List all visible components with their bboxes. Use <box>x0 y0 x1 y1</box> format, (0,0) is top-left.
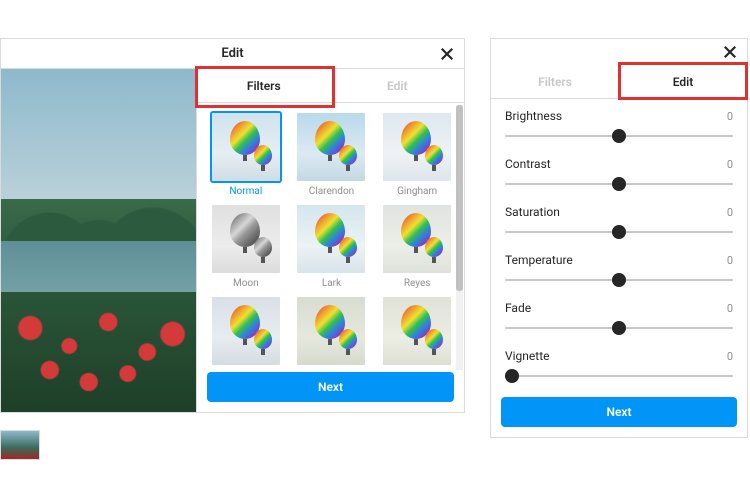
close-icon <box>440 47 454 61</box>
dialog-body: Filters Edit Normal Clarendon Gingham Moon L… <box>1 69 464 412</box>
filter-label: Clarendon <box>309 186 354 197</box>
dialog-header: Edit <box>1 39 464 69</box>
slider-track[interactable] <box>505 369 733 383</box>
slider-value: 0 <box>727 302 733 315</box>
filter-thumbnail <box>381 295 453 366</box>
filter-juno[interactable]: Juno <box>207 295 285 366</box>
filter-label: Normal <box>229 186 262 197</box>
slider-knob[interactable] <box>612 129 626 143</box>
edit-dialog: Filters Edit Brightness0Contrast0Saturat… <box>490 38 748 438</box>
slider-saturation: Saturation 0 <box>505 205 733 239</box>
slider-value: 0 <box>727 110 733 123</box>
slider-vignette: Vignette 0 <box>505 349 733 383</box>
slider-track[interactable] <box>505 321 733 335</box>
tab-filters[interactable]: Filters <box>491 65 619 98</box>
sliders-list: Brightness0Contrast0Saturation0Temperatu… <box>491 99 747 391</box>
slider-knob[interactable] <box>612 177 626 191</box>
slider-track[interactable] <box>505 225 733 239</box>
slider-label: Vignette <box>505 349 550 363</box>
filter-thumbnail <box>210 295 282 366</box>
filter-clarendon[interactable]: Clarendon <box>293 111 371 197</box>
filter-grid: Normal Clarendon Gingham Moon Lark Reyes JunoS… <box>207 111 456 366</box>
filter-crema[interactable]: Crema <box>378 295 456 366</box>
slider-knob[interactable] <box>612 321 626 335</box>
slider-value: 0 <box>727 350 733 363</box>
filter-slumber[interactable]: Slumber <box>293 295 371 366</box>
filter-grid-scroll[interactable]: Normal Clarendon Gingham Moon Lark Reyes JunoS… <box>197 103 464 366</box>
tabs: Filters Edit <box>491 65 747 99</box>
slider-value: 0 <box>727 158 733 171</box>
filter-thumbnail <box>210 203 282 275</box>
slider-label: Fade <box>505 301 531 315</box>
slider-track[interactable] <box>505 273 733 287</box>
slider-value: 0 <box>727 254 733 267</box>
filter-thumbnail <box>295 295 367 366</box>
scrollbar[interactable] <box>456 105 463 370</box>
filter-label: Reyes <box>404 278 431 289</box>
slider-knob[interactable] <box>505 369 519 383</box>
filter-thumbnail <box>295 111 367 183</box>
tab-edit[interactable]: Edit <box>619 65 747 98</box>
slider-label: Brightness <box>505 109 562 123</box>
tab-edit[interactable]: Edit <box>331 69 465 102</box>
tabs: Filters Edit <box>197 69 464 103</box>
filter-normal[interactable]: Normal <box>207 111 285 197</box>
next-button[interactable]: Next <box>207 372 454 402</box>
filter-thumbnail <box>210 111 282 183</box>
filters-dialog: Edit Filters Edit Normal Clarendon Gingham… <box>0 38 465 413</box>
slider-label: Temperature <box>505 253 573 267</box>
close-icon <box>723 45 737 59</box>
slider-fade: Fade 0 <box>505 301 733 335</box>
next-button[interactable]: Next <box>501 397 737 427</box>
image-thumbnail[interactable] <box>0 430 40 460</box>
slider-label: Contrast <box>505 157 551 171</box>
slider-knob[interactable] <box>612 225 626 239</box>
filter-thumbnail <box>381 203 453 275</box>
slider-brightness: Brightness 0 <box>505 109 733 143</box>
filter-gingham[interactable]: Gingham <box>378 111 456 197</box>
filter-thumbnail <box>295 203 367 275</box>
filter-label: Gingham <box>397 186 437 197</box>
slider-contrast: Contrast 0 <box>505 157 733 191</box>
slider-track[interactable] <box>505 129 733 143</box>
filter-moon[interactable]: Moon <box>207 203 285 289</box>
close-button[interactable] <box>721 43 739 61</box>
slider-track[interactable] <box>505 177 733 191</box>
filter-reyes[interactable]: Reyes <box>378 203 456 289</box>
filter-lark[interactable]: Lark <box>293 203 371 289</box>
dialog-title: Edit <box>221 46 243 61</box>
filter-label: Moon <box>233 278 259 289</box>
tab-filters[interactable]: Filters <box>197 69 331 102</box>
filters-column: Filters Edit Normal Clarendon Gingham Moon L… <box>196 69 464 412</box>
slider-temperature: Temperature 0 <box>505 253 733 287</box>
image-preview <box>1 69 196 412</box>
filter-thumbnail <box>381 111 453 183</box>
dialog-header-right <box>491 39 747 65</box>
close-button[interactable] <box>438 45 456 63</box>
slider-value: 0 <box>727 206 733 219</box>
slider-label: Saturation <box>505 205 560 219</box>
filter-label: Lark <box>322 278 341 289</box>
slider-knob[interactable] <box>612 273 626 287</box>
